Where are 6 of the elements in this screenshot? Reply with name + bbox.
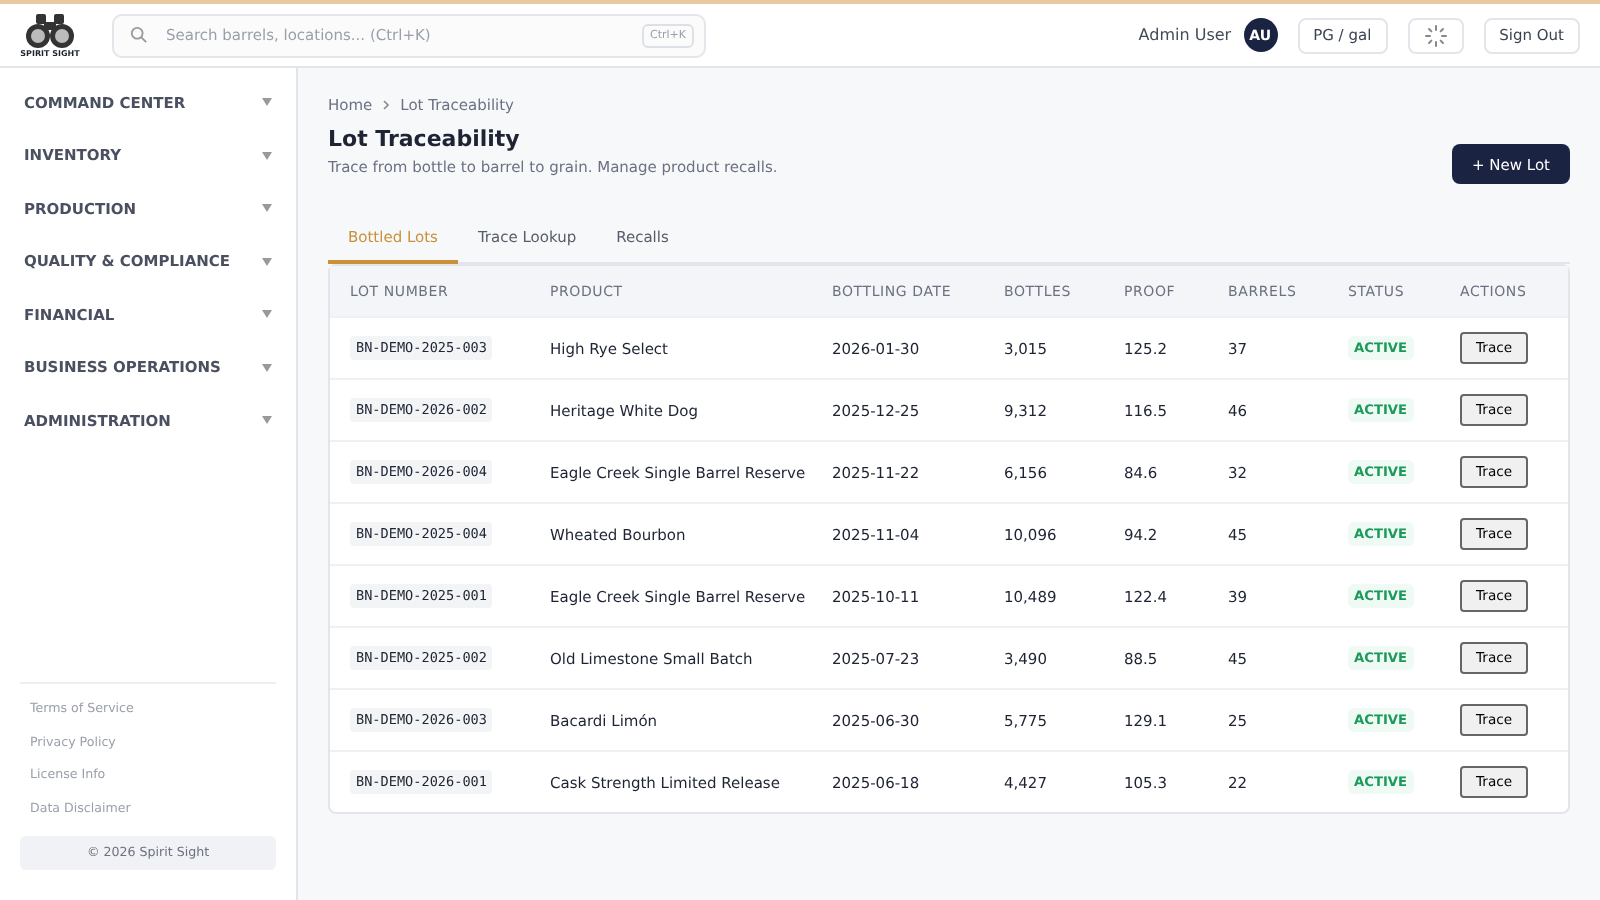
chevron-icon [382,100,391,110]
search-icon [130,26,148,44]
theme-button[interactable] [1407,17,1464,53]
user-name: Admin User [1138,26,1232,44]
binoculars-icon [24,13,76,49]
page-title: Lot Traceability [328,126,522,152]
